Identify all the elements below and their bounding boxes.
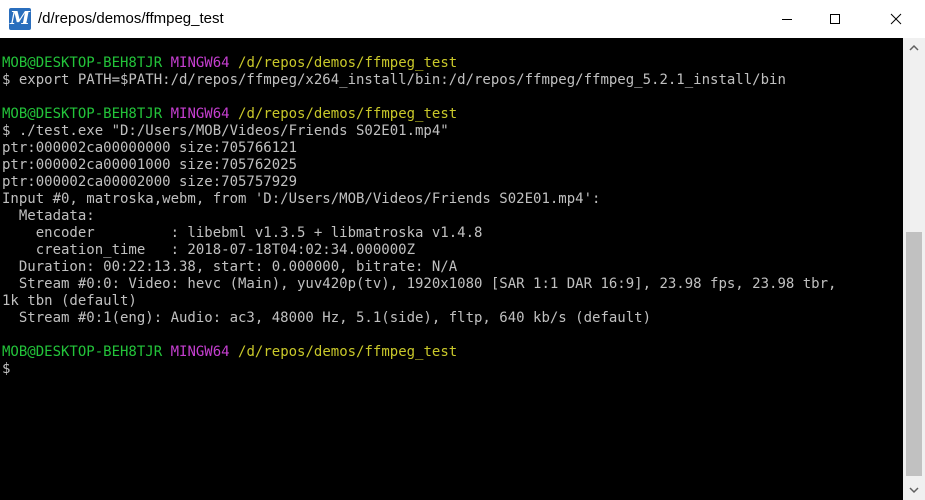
command-line: $ [2, 361, 11, 377]
maximize-button[interactable] [812, 0, 858, 38]
close-button[interactable] [867, 0, 925, 38]
terminal-lines: MOB@DESKTOP-BEH8TJR MINGW64 /d/repos/dem… [2, 55, 836, 378]
output-line: encoder : libebml v1.3.5 + libmatroska v… [2, 225, 483, 241]
output-line: Metadata: [2, 208, 95, 224]
command-line: $ ./test.exe "D:/Users/MOB/Videos/Friend… [2, 123, 449, 139]
output-line: ptr:000002ca00002000 size:705757929 [2, 174, 298, 190]
output-line: ptr:000002ca00000000 size:705766121 [2, 140, 298, 156]
prompt-shell: MINGW64 [170, 55, 230, 71]
prompt-line: MOB@DESKTOP-BEH8TJR MINGW64 /d/repos/dem… [2, 106, 836, 123]
prompt-user-host: MOB@DESKTOP-BEH8TJR [2, 106, 163, 122]
minimize-icon [782, 19, 792, 20]
prompt-shell: MINGW64 [170, 344, 230, 360]
chevron-down-icon [909, 487, 919, 494]
mintty-app-icon[interactable]: M [9, 8, 31, 30]
prompt-shell: MINGW64 [170, 106, 230, 122]
prompt-path: /d/repos/demos/ffmpeg_test [238, 55, 458, 71]
output-line: Stream #0:0: Video: hevc (Main), yuv420p… [2, 276, 837, 292]
maximize-icon [830, 14, 840, 24]
prompt-user-host: MOB@DESKTOP-BEH8TJR [2, 344, 163, 360]
scrollbar-thumb[interactable] [906, 232, 922, 476]
prompt-path: /d/repos/demos/ffmpeg_test [238, 344, 458, 360]
terminal-window: M /d/repos/demos/ffmpeg_test MOB@DESKTOP… [0, 0, 925, 500]
output-line: Stream #0:1(eng): Audio: ac3, 48000 Hz, … [2, 310, 652, 326]
command-line: $ export PATH=$PATH:/d/repos/ffmpeg/x264… [2, 72, 786, 88]
title-bar[interactable]: M /d/repos/demos/ffmpeg_test [0, 0, 925, 38]
output-line: 1k tbn (default) [2, 293, 137, 309]
output-line: ptr:000002ca00001000 size:705762025 [2, 157, 298, 173]
scroll-up-button[interactable] [903, 38, 925, 58]
output-line: Input #0, matroska,webm, from 'D:/Users/… [2, 191, 601, 207]
chevron-up-icon [909, 44, 919, 51]
scroll-down-button[interactable] [903, 480, 925, 500]
minimize-button[interactable] [764, 0, 810, 38]
output-line: Duration: 00:22:13.38, start: 0.000000, … [2, 259, 458, 275]
prompt-line: MOB@DESKTOP-BEH8TJR MINGW64 /d/repos/dem… [2, 55, 836, 72]
close-icon [890, 13, 902, 25]
prompt-line: MOB@DESKTOP-BEH8TJR MINGW64 /d/repos/dem… [2, 344, 836, 361]
prompt-path: /d/repos/demos/ffmpeg_test [238, 106, 458, 122]
prompt-user-host: MOB@DESKTOP-BEH8TJR [2, 55, 163, 71]
vertical-scrollbar[interactable] [903, 38, 925, 500]
terminal-output-area[interactable]: MOB@DESKTOP-BEH8TJR MINGW64 /d/repos/dem… [0, 38, 903, 500]
window-title: /d/repos/demos/ffmpeg_test [38, 10, 224, 27]
output-line: creation_time : 2018-07-18T04:02:34.0000… [2, 242, 416, 258]
